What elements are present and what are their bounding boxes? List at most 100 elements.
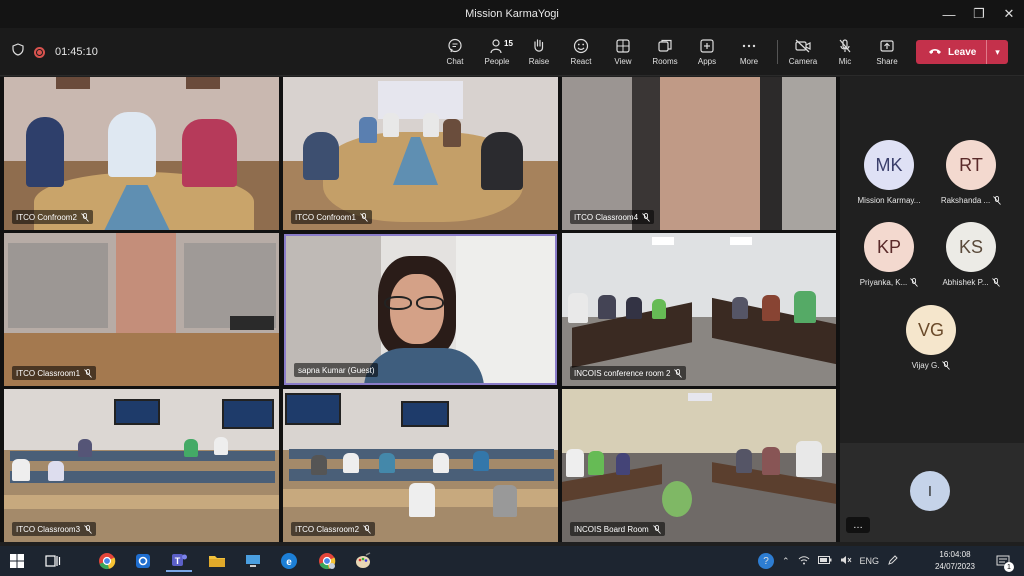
participant-tile[interactable]: KP Priyanka, K... xyxy=(846,222,932,287)
leave-options-chevron-down-icon[interactable]: ▾ xyxy=(986,40,1008,64)
chat-button[interactable]: Chat xyxy=(434,32,476,72)
paint-icon[interactable] xyxy=(350,550,376,572)
video-stage: ITCO Confroom2 ITCO Confroom1 ITCO Class… xyxy=(0,77,840,542)
edge-icon[interactable]: e xyxy=(276,550,302,572)
wifi-icon[interactable] xyxy=(798,555,810,567)
system-tray: ? ⌃ ENG xyxy=(758,546,899,576)
video-tile[interactable]: INCOIS Board Room xyxy=(562,389,836,542)
video-tile[interactable]: ITCO Confroom1 xyxy=(283,77,558,230)
apps-icon xyxy=(699,38,715,54)
mic-off-icon xyxy=(84,524,92,534)
window-title: Mission KarmaYogi xyxy=(465,8,559,20)
mic-button[interactable]: Mic xyxy=(824,32,866,72)
mic-off-icon xyxy=(991,278,1000,287)
leave-button[interactable]: Leave xyxy=(916,40,986,64)
avatar: KS xyxy=(946,222,996,272)
mic-off-icon xyxy=(942,361,951,370)
participant-tile[interactable]: MK Mission Karmay... xyxy=(846,140,932,205)
title-bar: Mission KarmaYogi — ❐ ✕ xyxy=(0,0,1024,28)
apps-button[interactable]: Apps xyxy=(686,32,728,72)
notifications-icon[interactable]: 1 xyxy=(990,550,1016,572)
view-icon xyxy=(615,38,631,54)
teams-icon[interactable]: T xyxy=(166,550,192,572)
video-tile[interactable]: ITCO Confroom2 xyxy=(4,77,279,230)
more-options-button[interactable]: … xyxy=(846,517,870,533)
recording-icon xyxy=(34,46,45,58)
video-tile[interactable]: ITCO Classroom1 xyxy=(4,233,279,386)
more-icon xyxy=(741,38,757,54)
avatar: I xyxy=(910,471,950,511)
more-button[interactable]: More xyxy=(728,32,770,72)
mic-off-icon xyxy=(652,524,661,534)
rooms-button[interactable]: Rooms xyxy=(644,32,686,72)
video-tile[interactable]: INCOIS conference room 2 xyxy=(562,233,836,386)
raise-hand-button[interactable]: Raise xyxy=(518,32,560,72)
mic-off-icon xyxy=(993,196,1001,205)
share-button[interactable]: Share xyxy=(866,32,908,72)
rooms-icon xyxy=(657,38,673,54)
mic-off-icon xyxy=(910,278,919,287)
help-icon[interactable]: ? xyxy=(758,553,774,569)
task-view-icon[interactable] xyxy=(40,550,66,572)
toolbar-separator xyxy=(777,40,778,64)
windows-taskbar: T e ? ⌃ ENG 16:04:08 24/07/2023 1 xyxy=(0,546,1024,576)
tile-name-tag: ITCO Confroom1 xyxy=(291,210,372,224)
people-count: 15 xyxy=(504,39,513,48)
participant-tile[interactable]: RT Rakshanda ... xyxy=(928,140,1014,205)
outlook-icon[interactable] xyxy=(130,550,156,572)
people-button[interactable]: 15 People xyxy=(476,32,518,72)
camera-off-icon xyxy=(794,38,812,54)
chrome-icon[interactable] xyxy=(94,550,120,572)
mic-off-icon xyxy=(642,212,650,222)
pen-icon[interactable] xyxy=(887,554,899,568)
phone-hangup-icon xyxy=(928,47,942,58)
close-button[interactable]: ✕ xyxy=(992,0,1024,28)
system-clock[interactable]: 16:04:08 24/07/2023 xyxy=(934,549,976,573)
view-button[interactable]: View xyxy=(602,32,644,72)
minimize-button[interactable]: — xyxy=(932,0,966,28)
share-icon xyxy=(879,38,895,54)
tile-name-tag: INCOIS conference room 2 xyxy=(570,366,687,380)
tile-name-tag: ITCO Classroom3 xyxy=(12,522,97,536)
avatar: KP xyxy=(864,222,914,272)
meeting-timer: 01:45:10 xyxy=(55,46,98,58)
mic-off-icon xyxy=(363,524,371,534)
tile-name-tag: ITCO Classroom4 xyxy=(570,210,655,224)
avatar: VG xyxy=(906,305,956,355)
chevron-up-icon[interactable]: ⌃ xyxy=(782,556,790,567)
participant-tile[interactable]: VG Vijay G. xyxy=(888,305,974,370)
participant-tile[interactable]: KS Abhishek P... xyxy=(928,222,1014,287)
language-indicator[interactable]: ENG xyxy=(860,556,880,566)
remote-desktop-icon[interactable] xyxy=(240,550,266,572)
windows-start-icon[interactable] xyxy=(4,550,30,572)
mic-off-icon xyxy=(674,368,683,378)
speaker-muted-icon[interactable] xyxy=(840,555,852,567)
tile-name-tag: ITCO Classroom2 xyxy=(291,522,376,536)
leave-button-group: Leave ▾ xyxy=(916,40,1008,64)
avatar: MK xyxy=(864,140,914,190)
video-tile[interactable]: ITCO Classroom4 xyxy=(562,77,836,230)
tile-name-tag: sapna Kumar (Guest) xyxy=(294,363,379,377)
avatar: RT xyxy=(946,140,996,190)
video-tile[interactable]: ITCO Classroom2 xyxy=(283,389,558,542)
video-tile-active-speaker[interactable]: sapna Kumar (Guest) xyxy=(284,234,557,385)
svg-text:T: T xyxy=(175,556,181,566)
video-tile[interactable]: ITCO Classroom3 xyxy=(4,389,279,542)
restore-button[interactable]: ❐ xyxy=(962,0,996,28)
svg-text:e: e xyxy=(286,557,292,568)
battery-icon[interactable] xyxy=(817,556,832,566)
tile-name-tag: ITCO Classroom1 xyxy=(12,366,97,380)
shield-icon[interactable] xyxy=(12,43,24,61)
people-icon: 15 xyxy=(490,38,513,54)
camera-button[interactable]: Camera xyxy=(782,32,824,72)
chrome-profile-icon[interactable] xyxy=(314,550,340,572)
mic-off-icon xyxy=(84,368,92,378)
chat-icon xyxy=(447,38,463,54)
notification-count: 1 xyxy=(1004,562,1014,572)
tile-name-tag: ITCO Confroom2 xyxy=(12,210,93,224)
mic-off-icon xyxy=(81,212,89,222)
raise-hand-icon xyxy=(532,38,546,54)
file-explorer-icon[interactable] xyxy=(204,550,230,572)
react-button[interactable]: React xyxy=(560,32,602,72)
tile-name-tag: INCOIS Board Room xyxy=(570,522,665,536)
